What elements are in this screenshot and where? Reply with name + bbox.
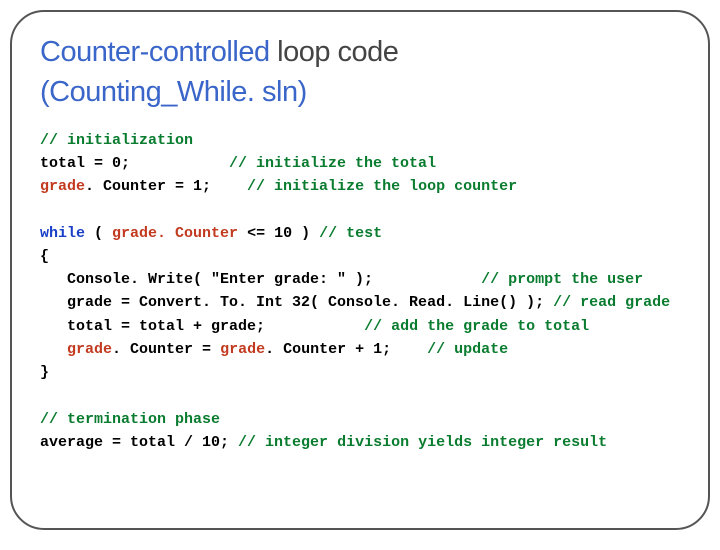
code-block: // initialization total = 0; // initiali… — [40, 129, 684, 455]
code-comment: // initialize the loop counter — [247, 178, 517, 195]
code-comment: // read grade — [553, 294, 670, 311]
code-text: total = 0; — [40, 155, 229, 172]
code-text: grade = Convert. To. Int 32( Console. Re… — [40, 294, 553, 311]
code-comment: // test — [319, 225, 382, 242]
slide-card: Counter-controlled loop code (Counting_W… — [10, 10, 710, 530]
code-ident: grade — [67, 341, 112, 358]
slide-title-line-2: (Counting_While. sln) — [40, 74, 684, 110]
code-text: . Counter + 1; — [265, 341, 391, 358]
slide-title-line-1: Counter-controlled loop code — [40, 34, 684, 70]
code-comment: // initialize the total — [229, 155, 436, 172]
code-comment: // initialization — [40, 132, 193, 149]
code-text — [40, 341, 67, 358]
title-accent-1: Counter-controlled — [40, 36, 270, 68]
code-comment: // prompt the user — [481, 271, 643, 288]
code-text: total = total + grade; — [40, 318, 364, 335]
code-comment: // integer division yields integer resul… — [238, 434, 607, 451]
code-text: grade — [40, 178, 85, 195]
code-text: . Counter = — [112, 341, 220, 358]
code-text: average = total / 10; — [40, 434, 238, 451]
code-comment: // add the grade to total — [364, 318, 589, 335]
title-plain-1: loop code — [270, 36, 399, 68]
code-text: . Counter = 1; — [85, 178, 247, 195]
code-text: { — [40, 248, 49, 265]
code-keyword: while — [40, 225, 85, 242]
code-ident: grade. Counter — [112, 225, 238, 242]
code-text: ( — [85, 225, 112, 242]
code-comment: // termination phase — [40, 411, 220, 428]
code-text — [391, 341, 427, 358]
code-text: } — [40, 364, 49, 381]
code-comment: // update — [427, 341, 508, 358]
code-ident: grade — [220, 341, 265, 358]
code-text: Console. Write( "Enter grade: " ); — [40, 271, 481, 288]
code-text: <= 10 ) — [238, 225, 319, 242]
